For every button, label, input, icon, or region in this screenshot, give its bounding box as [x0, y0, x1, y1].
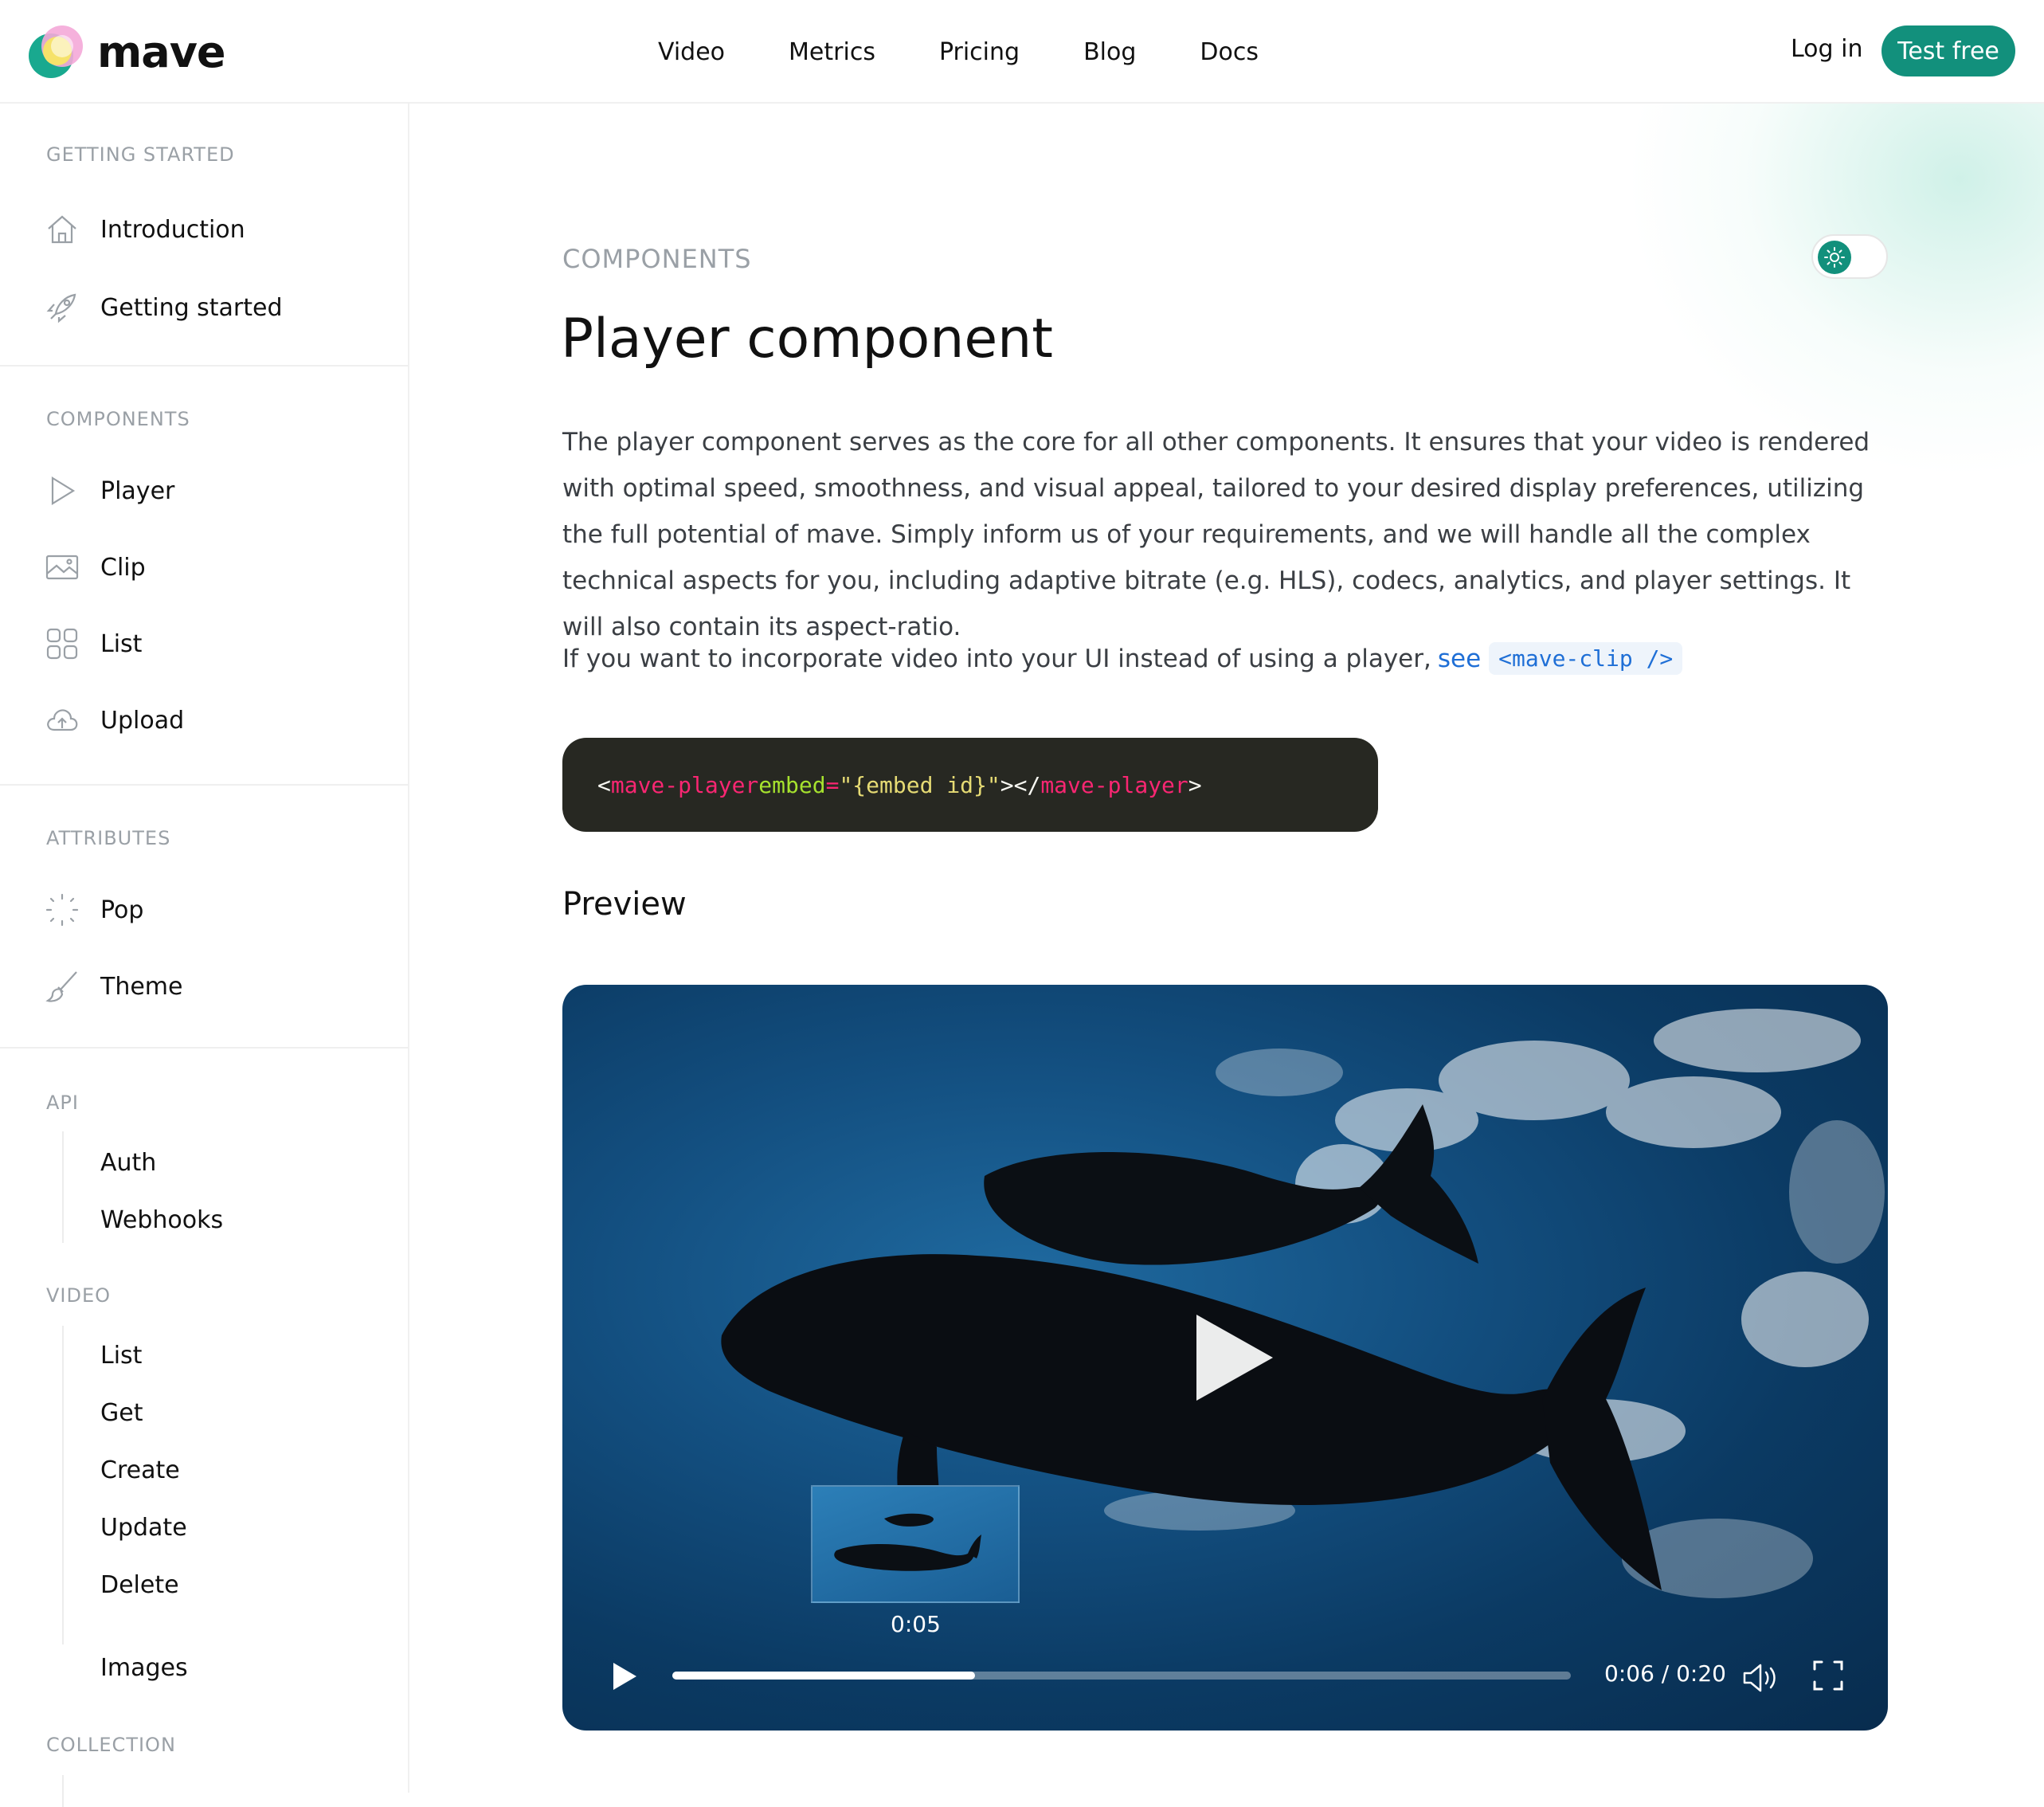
video-player[interactable]: 0:05 0:06 / 0:20 [562, 985, 1888, 1731]
big-play-icon[interactable] [1190, 1310, 1278, 1405]
top-header: mave Video Metrics Pricing Blog Docs Log in … [0, 0, 2044, 104]
main-nav: Video Metrics Pricing Blog Docs [0, 0, 2044, 104]
sidebar-item-label: Theme [100, 972, 183, 1001]
section-heading-video: VIDEO [46, 1284, 112, 1307]
sidebar-divider [0, 1047, 408, 1049]
see-link[interactable]: see [1438, 645, 1481, 673]
sidebar-tree-line [62, 1131, 64, 1243]
section-eyebrow: COMPONENTS [562, 244, 752, 274]
section-heading-components: COMPONENTS [46, 408, 190, 430]
code-attr: embed [758, 771, 826, 798]
image-icon [45, 550, 80, 585]
test-free-button[interactable]: Test free [1881, 25, 2015, 76]
sidebar-item-video-images[interactable]: Images [100, 1654, 188, 1682]
sidebar-item-label: Pop [100, 896, 144, 924]
login-link[interactable]: Log in [1791, 35, 1862, 63]
sidebar-item-getting-started[interactable]: Getting started [45, 284, 283, 331]
sidebar-tree-line [62, 1775, 64, 1807]
nav-link-metrics[interactable]: Metrics [789, 38, 875, 66]
sidebar-item-theme[interactable]: Theme [45, 962, 182, 1010]
hover-preview-thumbnail [811, 1485, 1020, 1603]
section-heading-attributes: ATTRIBUTES [46, 827, 171, 849]
sidebar-item-player[interactable]: Player [45, 467, 174, 515]
sidebar-item-introduction[interactable]: Introduction [45, 206, 245, 253]
nav-link-blog[interactable]: Blog [1083, 38, 1136, 66]
sidebar-item-pop[interactable]: Pop [45, 886, 143, 934]
nav-link-video[interactable]: Video [658, 38, 725, 66]
loader-icon [45, 892, 80, 927]
description-paragraph: The player component serves as the core … [562, 428, 1870, 641]
sidebar-item-label: Getting started [100, 293, 283, 322]
code-snippet: < mave-player embed = "{embed id}" ></mave-p… [562, 738, 1378, 832]
sidebar-item-video-update[interactable]: Update [100, 1514, 187, 1542]
sun-icon [1818, 241, 1851, 274]
sidebar-item-label: Clip [100, 553, 146, 582]
brush-icon [45, 969, 80, 1004]
code-equals: = [825, 771, 840, 798]
code-value: "{embed id}" [839, 771, 1000, 798]
sidebar-item-label: List [100, 629, 143, 658]
sidebar-item-label: Upload [100, 706, 185, 735]
sidebar-item-label: Player [100, 476, 175, 505]
nav-link-docs[interactable]: Docs [1200, 38, 1259, 66]
progress-fill [672, 1672, 976, 1680]
sidebar-item-video-get[interactable]: Get [100, 1399, 143, 1427]
brand-name: mave [97, 26, 226, 77]
theme-toggle[interactable] [1811, 234, 1888, 279]
sidebar-item-upload[interactable]: Upload [45, 696, 184, 744]
sidebar-divider [0, 365, 408, 366]
grid-icon [45, 626, 80, 661]
sidebar-item-clip[interactable]: Clip [45, 543, 146, 591]
sidebar-divider [0, 784, 408, 786]
brand-logo[interactable]: mave [25, 21, 226, 83]
code-close-bracket: > [1188, 771, 1202, 798]
time-display: 0:06 / 0:20 [1604, 1660, 1726, 1687]
section-heading-api: API [46, 1092, 79, 1114]
nav-link-pricing[interactable]: Pricing [939, 38, 1020, 66]
section-heading-collection: COLLECTION [46, 1734, 176, 1756]
rocket-icon [45, 290, 80, 325]
sidebar-item-video-list[interactable]: List [100, 1342, 142, 1370]
volume-icon[interactable] [1741, 1660, 1780, 1695]
sidebar-item-video-delete[interactable]: Delete [100, 1571, 179, 1599]
mave-clip-code-link[interactable]: <mave-clip /> [1489, 642, 1683, 675]
code-open-bracket: < [597, 771, 611, 798]
clip-note: If you want to incorporate video into yo… [562, 642, 1683, 675]
play-icon[interactable] [610, 1660, 639, 1692]
sidebar-item-list[interactable]: List [45, 620, 142, 668]
home-icon [45, 212, 80, 247]
code-mid: ></ [1000, 771, 1041, 798]
sidebar-item-auth[interactable]: Auth [100, 1149, 156, 1177]
clip-note-text: If you want to incorporate video into yo… [562, 644, 1431, 673]
page-title: Player component [561, 308, 1053, 370]
progress-bar[interactable] [672, 1672, 1571, 1680]
logo-icon [25, 21, 88, 83]
fullscreen-icon[interactable] [1811, 1659, 1845, 1692]
code-tag: mave-player [610, 771, 759, 798]
play-outline-icon [45, 473, 80, 508]
sidebar-item-video-create[interactable]: Create [100, 1456, 180, 1484]
cloud-upload-icon [45, 703, 80, 738]
code-close-tag: mave-player [1040, 771, 1188, 798]
section-heading-getting-started: GETTING STARTED [46, 143, 235, 166]
decorative-glow [1625, 80, 2044, 478]
sidebar-item-webhooks[interactable]: Webhooks [100, 1206, 223, 1234]
docs-sidebar: GETTING STARTED Introduction Getting sta… [0, 104, 409, 1807]
sidebar-item-label: Introduction [100, 215, 245, 244]
hover-time-label: 0:05 [891, 1611, 941, 1637]
preview-heading: Preview [562, 886, 687, 923]
sidebar-tree-line [62, 1326, 64, 1644]
